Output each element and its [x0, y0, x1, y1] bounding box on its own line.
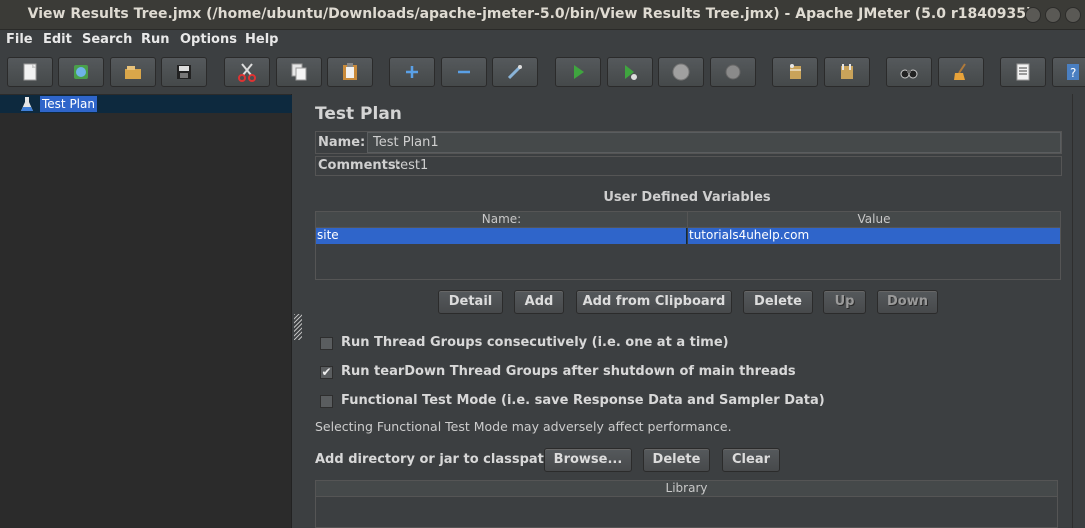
toolbar: ? [0, 52, 1085, 92]
collapse-icon [458, 70, 470, 74]
clear-button[interactable] [772, 57, 818, 87]
tree-item-label: Test Plan [40, 96, 97, 112]
add-from-clipboard-button[interactable]: Add from Clipboard [576, 290, 732, 314]
search-icon [900, 69, 918, 79]
save-icon [177, 65, 191, 79]
table-cell-name[interactable]: site [316, 228, 687, 244]
delete-button[interactable]: Delete [743, 290, 813, 314]
stop-icon [672, 63, 690, 81]
stop-button[interactable] [658, 57, 704, 87]
cut-icon [238, 63, 256, 82]
classpath-delete-button[interactable]: Delete [643, 448, 710, 472]
comments-label: Comments: [318, 158, 401, 173]
vertical-scrollbar[interactable] [1072, 94, 1085, 528]
new-button[interactable] [7, 57, 53, 87]
svg-text:?: ? [1070, 66, 1076, 80]
menu-options[interactable]: Options [180, 32, 237, 47]
shutdown-button[interactable] [710, 57, 756, 87]
name-label: Name: [318, 135, 366, 150]
cut-button[interactable] [224, 57, 270, 87]
clear-icon [790, 64, 801, 79]
minimize-button[interactable] [1025, 7, 1041, 23]
run-consecutively-label: Run Thread Groups consecutively (i.e. on… [341, 335, 729, 350]
templates-button[interactable] [58, 57, 104, 87]
menu-search[interactable]: Search [82, 32, 132, 47]
shutdown-icon [725, 64, 741, 80]
new-icon [23, 63, 37, 81]
toggle-button[interactable] [492, 57, 538, 87]
open-button[interactable] [110, 57, 156, 87]
start-no-timers-button[interactable] [607, 57, 653, 87]
classpath-label: Add directory or jar to classpath [315, 452, 554, 467]
test-plan-panel: Test Plan Name: Test Plan1 Comments: tes… [302, 94, 1072, 528]
column-header-value[interactable]: Value [688, 212, 1060, 228]
test-plan-tree: Test Plan [0, 94, 292, 528]
comments-row: Comments: test1 [315, 156, 1062, 176]
title-bar: View Results Tree.jmx (/home/ubuntu/Down… [0, 0, 1085, 30]
expand-all-button[interactable] [389, 57, 435, 87]
menu-edit[interactable]: Edit [43, 32, 72, 47]
paste-button[interactable] [327, 57, 373, 87]
column-header-library[interactable]: Library [316, 481, 1057, 497]
clear-all-icon [841, 64, 853, 79]
save-button[interactable] [161, 57, 207, 87]
open-icon [125, 66, 141, 79]
start-icon [574, 65, 584, 79]
expand-icon [406, 66, 418, 78]
user-defined-variables-title: User Defined Variables [603, 190, 771, 205]
up-button[interactable]: Up [823, 290, 866, 314]
toggle-icon [507, 64, 523, 80]
start-no-timers-icon [625, 65, 637, 80]
menu-run[interactable]: Run [141, 32, 170, 47]
templates-icon [74, 65, 88, 79]
function-helper-icon [1016, 63, 1030, 81]
help-button[interactable]: ? [1052, 57, 1085, 87]
classpath-clear-button[interactable]: Clear [722, 448, 780, 472]
menu-bar: File Edit Search Run Options Help [0, 30, 1085, 50]
name-row: Name: Test Plan1 [315, 131, 1062, 154]
run-teardown-checkbox[interactable]: ✔ [320, 366, 333, 379]
maximize-button[interactable] [1045, 7, 1061, 23]
run-teardown-label: Run tearDown Thread Groups after shutdow… [341, 364, 796, 379]
browse-button[interactable]: Browse... [544, 448, 632, 472]
reset-search-button[interactable] [938, 57, 984, 87]
splitter-grip-icon[interactable] [294, 314, 302, 340]
paste-icon [343, 63, 357, 80]
start-button[interactable] [555, 57, 601, 87]
reset-search-icon [954, 63, 966, 80]
menu-help[interactable]: Help [245, 32, 278, 47]
search-button[interactable] [886, 57, 932, 87]
panel-title: Test Plan [315, 104, 402, 124]
flask-icon [21, 97, 33, 111]
functional-test-mode-label: Functional Test Mode (i.e. save Response… [341, 393, 825, 408]
help-icon: ? [1067, 64, 1079, 80]
copy-icon [291, 63, 307, 81]
run-consecutively-checkbox[interactable] [320, 337, 333, 350]
functional-test-mode-checkbox[interactable] [320, 395, 333, 408]
tree-item-test-plan[interactable]: Test Plan [0, 95, 292, 113]
functional-mode-warning: Selecting Functional Test Mode may adver… [315, 419, 732, 434]
add-button[interactable]: Add [514, 290, 564, 314]
function-helper-button[interactable] [1000, 57, 1046, 87]
user-defined-variables-table: Name: Value site tutorials4uhelp.com [315, 211, 1061, 280]
down-button[interactable]: Down [877, 290, 938, 314]
copy-button[interactable] [276, 57, 322, 87]
comments-field[interactable]: test1 [395, 158, 428, 173]
clear-all-button[interactable] [824, 57, 870, 87]
split-pane-divider[interactable] [292, 94, 302, 528]
close-button[interactable] [1065, 7, 1081, 23]
menu-file[interactable]: File [6, 32, 33, 47]
library-table: Library [315, 480, 1058, 528]
table-cell-value[interactable]: tutorials4uhelp.com [688, 228, 1060, 244]
column-header-name[interactable]: Name: [316, 212, 688, 228]
collapse-all-button[interactable] [441, 57, 487, 87]
name-field[interactable]: Test Plan1 [367, 132, 1061, 153]
window-title: View Results Tree.jmx (/home/ubuntu/Down… [27, 6, 1033, 22]
detail-button[interactable]: Detail [438, 290, 503, 314]
